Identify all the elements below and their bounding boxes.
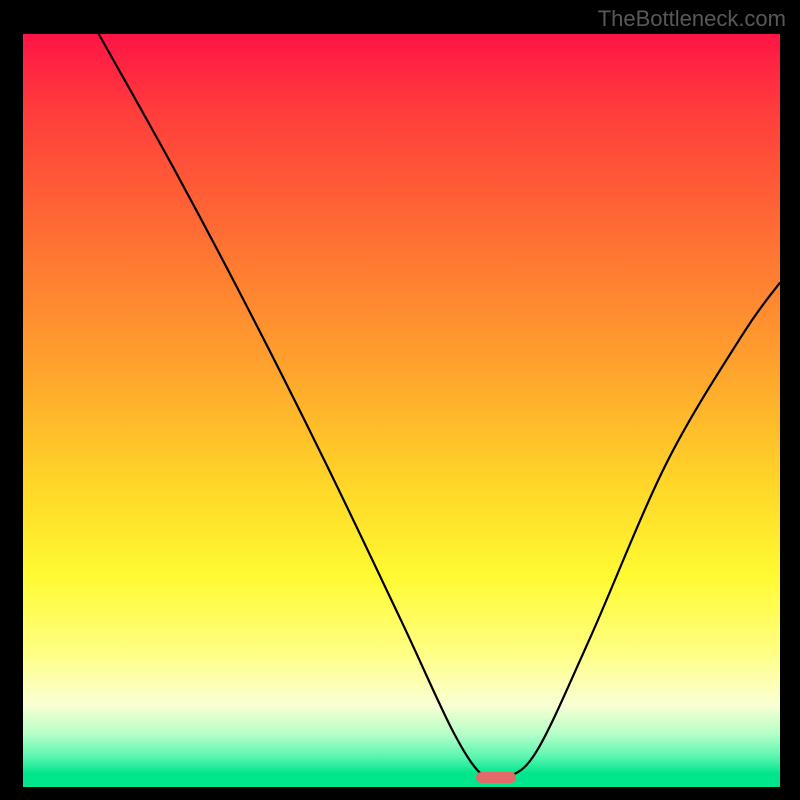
watermark-text: TheBottleneck.com (598, 6, 786, 32)
chart-container: TheBottleneck.com (0, 0, 800, 800)
optimal-marker (476, 772, 516, 783)
bottleneck-curve (23, 34, 780, 787)
plot-area (23, 34, 780, 787)
